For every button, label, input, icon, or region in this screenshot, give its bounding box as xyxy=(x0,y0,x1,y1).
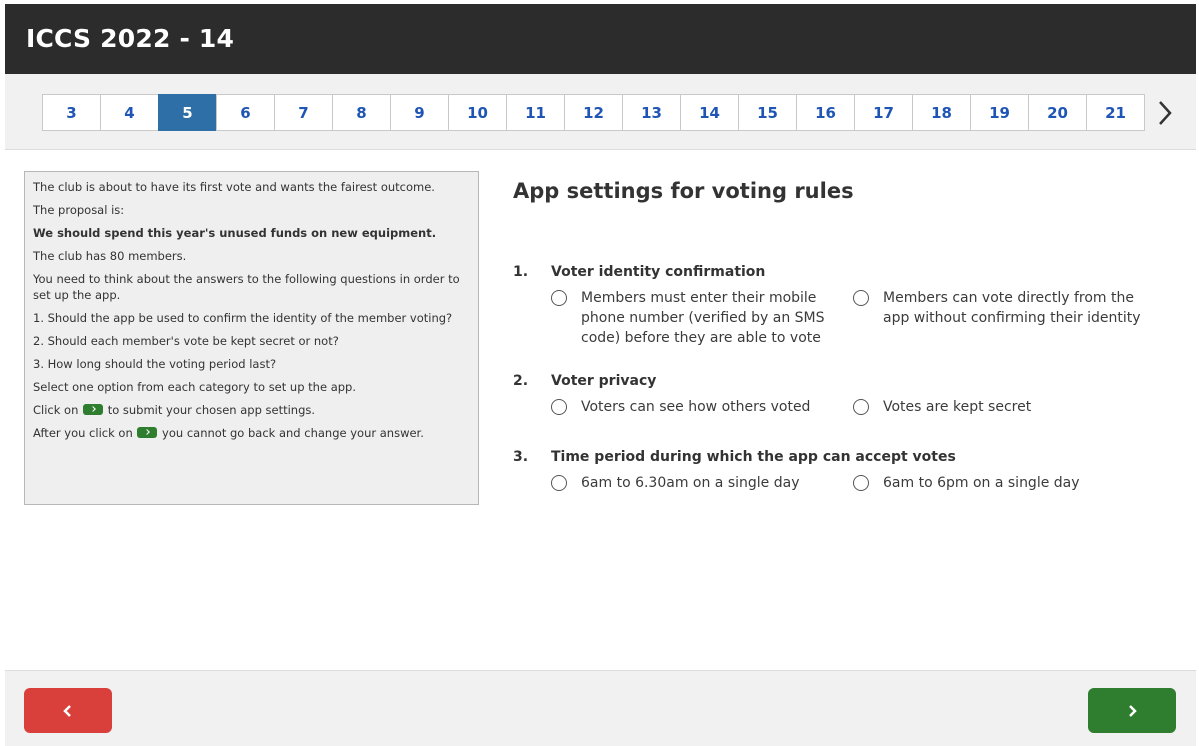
page-tab-12[interactable]: 12 xyxy=(564,94,623,131)
question-title: Voter identity confirmation xyxy=(551,264,766,280)
page-tab-17[interactable]: 17 xyxy=(854,94,913,131)
option-secret-votes[interactable]: Votes are kept secret xyxy=(853,397,1155,417)
page-tabs: 3 4 5 6 7 8 9 10 11 12 13 14 15 16 17 18 19 20 21 xyxy=(42,94,1145,131)
radio-button[interactable] xyxy=(853,399,869,415)
page-tab-6[interactable]: 6 xyxy=(216,94,275,131)
option-label: 6am to 6.30am on a single day xyxy=(581,475,800,491)
option-label: Votes are kept secret xyxy=(883,399,1032,415)
option-label: Members must enter their mobile phone nu… xyxy=(581,290,825,346)
question-number: 1. xyxy=(513,264,529,280)
instruction-text: Select one option from each category to … xyxy=(33,380,356,394)
radio-button[interactable] xyxy=(551,399,567,415)
question-number: 3. xyxy=(513,449,529,465)
no-go-back-text: you cannot go back and change your answe… xyxy=(162,426,424,440)
page-tab-20[interactable]: 20 xyxy=(1028,94,1087,131)
page-tab-16[interactable]: 16 xyxy=(796,94,855,131)
option-public-votes[interactable]: Voters can see how others voted xyxy=(551,397,853,417)
page-tab-3[interactable]: 3 xyxy=(42,94,101,131)
option-short-period[interactable]: 6am to 6.30am on a single day xyxy=(551,473,853,493)
chevron-left-icon xyxy=(63,704,71,717)
click-on-text: Click on xyxy=(33,403,79,417)
instruction-question: 1. Should the app be used to confirm the… xyxy=(33,311,453,325)
proposal-text: We should spend this year's unused funds… xyxy=(33,226,437,240)
page-tab-13[interactable]: 13 xyxy=(622,94,681,131)
footer-bar xyxy=(5,670,1196,746)
chevron-right-icon xyxy=(1159,101,1172,125)
question-time-period: 3. Time period during which the app can … xyxy=(513,449,1173,493)
option-label: Voters can see how others voted xyxy=(581,399,811,415)
page-navigation: 3 4 5 6 7 8 9 10 11 12 13 14 15 16 17 18 19 20 21 xyxy=(5,74,1196,150)
page-tab-9[interactable]: 9 xyxy=(390,94,449,131)
instruction-text: Click on to submit your chosen app setti… xyxy=(33,402,470,418)
option-label: 6am to 6pm on a single day xyxy=(883,475,1080,491)
instruction-text: The proposal is: xyxy=(33,203,125,217)
page-tab-14[interactable]: 14 xyxy=(680,94,739,131)
app-header: ICCS 2022 - 14 xyxy=(5,4,1196,74)
question-privacy: 2. Voter privacy Voters can see how othe… xyxy=(513,373,1173,417)
radio-button[interactable] xyxy=(853,475,869,491)
radio-button[interactable] xyxy=(551,290,567,306)
instruction-question: 2. Should each member's vote be kept sec… xyxy=(33,334,339,348)
instruction-text: The club is about to have its first vote… xyxy=(33,180,435,194)
next-pages-arrow[interactable] xyxy=(1155,99,1175,127)
radio-button[interactable] xyxy=(853,290,869,306)
instruction-text: After you click on you cannot go back an… xyxy=(33,425,470,441)
page-title: App settings for voting rules xyxy=(513,179,854,203)
page-tab-11[interactable]: 11 xyxy=(506,94,565,131)
page-tab-8[interactable]: 8 xyxy=(332,94,391,131)
app-frame: ICCS 2022 - 14 3 4 5 6 7 8 9 10 11 12 13 14 15 16 17 18… xyxy=(5,4,1196,746)
page-tab-15[interactable]: 15 xyxy=(738,94,797,131)
page-tab-10[interactable]: 10 xyxy=(448,94,507,131)
page-tab-18[interactable]: 18 xyxy=(912,94,971,131)
next-button-icon xyxy=(83,404,104,415)
next-button-icon xyxy=(137,427,158,438)
option-no-verification[interactable]: Members can vote directly from the app w… xyxy=(853,288,1155,348)
chevron-right-icon xyxy=(1129,704,1137,717)
page-tab-7[interactable]: 7 xyxy=(274,94,333,131)
page-tab-5[interactable]: 5 xyxy=(158,94,217,131)
question-identity: 1. Voter identity confirmation Members m… xyxy=(513,264,1173,348)
instructions-panel: The club is about to have its first vote… xyxy=(24,171,479,505)
after-click-text: After you click on xyxy=(33,426,133,440)
app-title: ICCS 2022 - 14 xyxy=(26,24,235,53)
instruction-text: The club has 80 members. xyxy=(33,249,187,263)
page-tab-4[interactable]: 4 xyxy=(100,94,159,131)
instruction-text: You need to think about the answers to t… xyxy=(33,272,460,302)
option-label: Members can vote directly from the app w… xyxy=(883,290,1141,326)
next-button[interactable] xyxy=(1088,688,1176,733)
back-button[interactable] xyxy=(24,688,112,733)
instruction-question: 3. How long should the voting period las… xyxy=(33,357,277,371)
option-full-day[interactable]: 6am to 6pm on a single day xyxy=(853,473,1155,493)
question-title: Voter privacy xyxy=(551,373,657,389)
option-sms-verification[interactable]: Members must enter their mobile phone nu… xyxy=(551,288,853,348)
submit-text: to submit your chosen app settings. xyxy=(107,403,316,417)
page-tab-19[interactable]: 19 xyxy=(970,94,1029,131)
page-tab-21[interactable]: 21 xyxy=(1086,94,1145,131)
question-title: Time period during which the app can acc… xyxy=(551,449,956,465)
radio-button[interactable] xyxy=(551,475,567,491)
question-number: 2. xyxy=(513,373,529,389)
